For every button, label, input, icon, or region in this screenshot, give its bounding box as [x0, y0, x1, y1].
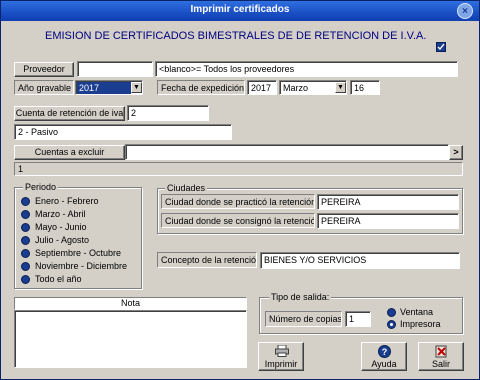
- exit-icon: [435, 345, 447, 358]
- periodo-radio-marzo[interactable]: [21, 210, 30, 219]
- cuentas-excluir-list[interactable]: 1: [14, 162, 463, 176]
- periodo-label[interactable]: Julio - Agosto: [35, 235, 89, 245]
- periodo-radio-enero[interactable]: [21, 197, 30, 206]
- cuenta-description: 2 - Pasivo: [14, 124, 232, 140]
- periodo-radio-noviembre[interactable]: [21, 262, 30, 271]
- cuentas-excluir-input[interactable]: [125, 144, 449, 160]
- nota-textarea[interactable]: [14, 310, 247, 368]
- periodo-label[interactable]: Todo el año: [35, 274, 82, 284]
- ano-gravable-label: Año gravable: [14, 80, 74, 95]
- cuentas-excluir-button[interactable]: Cuentas a excluir: [14, 145, 125, 160]
- print-certificates-window: Imprimir certificados × EMISION DE CERTI…: [0, 0, 480, 380]
- window-title: Imprimir certificados: [190, 4, 290, 15]
- periodo-legend: Periodo: [23, 182, 59, 192]
- salir-label: Salir: [431, 359, 450, 369]
- ayuda-button[interactable]: ? Ayuda: [361, 342, 407, 371]
- ano-gravable-value: 2017: [77, 82, 131, 94]
- salida-label[interactable]: Ventana: [400, 307, 433, 317]
- proveedor-hint: <blanco>= Todos los proveedores: [155, 61, 458, 77]
- help-icon: ?: [378, 345, 391, 358]
- ciudad-consigno-label: Ciudad donde se consignó la retención: [161, 213, 315, 228]
- periodo-radio-mayo[interactable]: [21, 223, 30, 232]
- numero-copias-label: Número de copias: [265, 311, 342, 327]
- chevron-down-icon[interactable]: ▼: [335, 82, 346, 93]
- periodo-label[interactable]: Septiembre - Octubre: [35, 248, 121, 258]
- salir-button[interactable]: Salir: [418, 342, 464, 371]
- ayuda-label: Ayuda: [371, 359, 397, 369]
- printer-icon: [275, 345, 289, 357]
- nota-header: Nota: [14, 297, 247, 310]
- fecha-year-input[interactable]: 2017: [247, 80, 277, 95]
- numero-copias-input[interactable]: 1: [345, 311, 371, 327]
- ciudades-legend: Ciudades: [165, 183, 208, 193]
- periodo-radio-septiembre[interactable]: [21, 249, 30, 258]
- ciudad-practico-input[interactable]: PEREIRA: [317, 194, 459, 210]
- close-button[interactable]: ×: [457, 3, 473, 19]
- check-icon: [437, 43, 445, 51]
- ciudad-practico-label: Ciudad donde se practicó la retención: [161, 194, 315, 209]
- proveedor-input[interactable]: [77, 61, 153, 77]
- periodo-label[interactable]: Enero - Febrero: [35, 196, 99, 206]
- ciudad-consigno-input[interactable]: PEREIRA: [317, 213, 459, 229]
- imprimir-label: Imprimir: [264, 359, 298, 369]
- cuenta-code-input[interactable]: 2: [127, 105, 209, 121]
- proveedor-button[interactable]: Proveedor: [14, 62, 74, 77]
- fecha-expedicion-label: Fecha de expedición: [157, 80, 245, 95]
- fecha-day-input[interactable]: 16: [350, 80, 380, 95]
- salida-radio-impresora[interactable]: [387, 320, 396, 329]
- svg-text:?: ?: [382, 347, 388, 357]
- periodo-label[interactable]: Marzo - Abril: [35, 209, 86, 219]
- concepto-input[interactable]: BIENES Y/O SERVICIOS: [260, 252, 460, 269]
- ano-gravable-select[interactable]: 2017 ▼: [75, 80, 143, 95]
- fecha-month-value: Marzo: [283, 83, 309, 93]
- fecha-month-select[interactable]: Marzo ▼: [279, 80, 347, 95]
- imprimir-button[interactable]: Imprimir: [258, 342, 304, 371]
- concepto-label: Concepto de la retención: [157, 252, 257, 268]
- cuenta-retencion-button[interactable]: Cuenta de retención de iva: [14, 106, 125, 121]
- periodo-radio-julio[interactable]: [21, 236, 30, 245]
- page-title: EMISION DE CERTIFICADOS BIMESTRALES DE D…: [45, 30, 427, 42]
- title-bar[interactable]: Imprimir certificados ×: [1, 1, 479, 21]
- header-checkbox[interactable]: [436, 42, 446, 52]
- chevron-right-icon[interactable]: >: [449, 145, 463, 160]
- periodo-radio-todo[interactable]: [21, 275, 30, 284]
- chevron-down-icon[interactable]: ▼: [131, 82, 142, 93]
- salida-label[interactable]: Impresora: [400, 319, 441, 329]
- tipo-salida-legend: Tipo de salida:: [269, 292, 332, 302]
- periodo-label[interactable]: Mayo - Junio: [35, 222, 87, 232]
- periodo-label[interactable]: Noviembre - Diciembre: [35, 261, 127, 271]
- salida-radio-ventana[interactable]: [387, 308, 396, 317]
